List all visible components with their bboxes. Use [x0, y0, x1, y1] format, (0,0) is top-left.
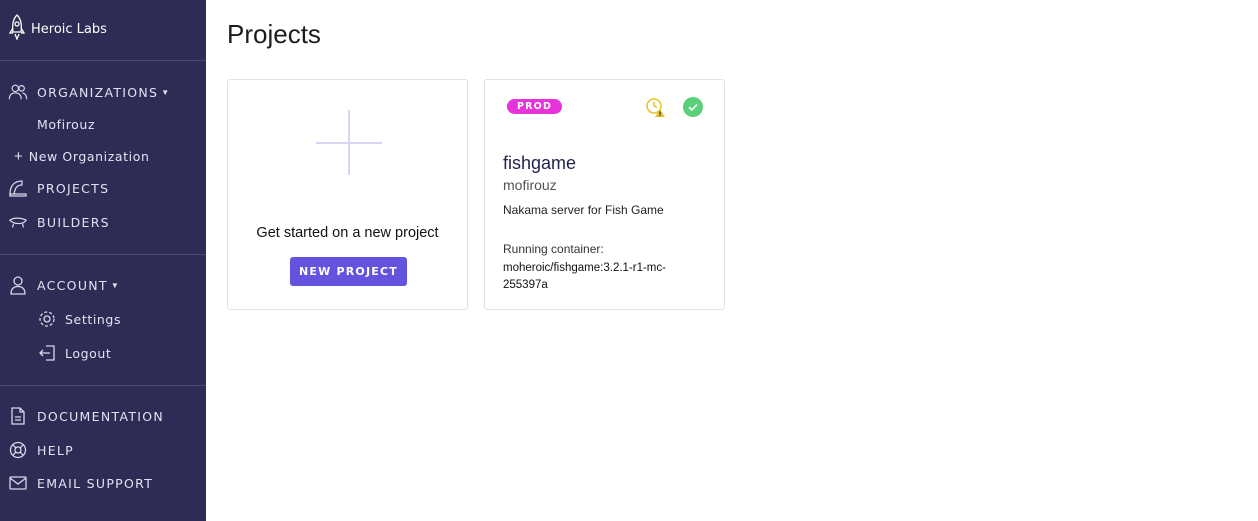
sidebar-item-help-label: HELP: [37, 442, 74, 458]
brand-logo[interactable]: Heroic Labs: [8, 14, 107, 45]
sidebar-item-projects[interactable]: PROJECTS: [8, 178, 109, 198]
mail-icon: [8, 473, 28, 493]
new-project-button[interactable]: NEW PROJECT: [290, 257, 407, 286]
large-plus-icon: [316, 142, 382, 144]
project-owner: mofirouz: [503, 177, 557, 193]
new-organization-link[interactable]: + New Organization: [14, 148, 150, 165]
builders-icon: [8, 212, 28, 232]
logout-label: Logout: [65, 345, 112, 361]
check-circle-icon: [683, 97, 703, 122]
settings-label: Settings: [65, 311, 122, 327]
sidebar-item-org-mofirouz[interactable]: Mofirouz: [37, 117, 95, 132]
caret-down-icon: ▼: [110, 280, 119, 290]
org-name: Mofirouz: [37, 117, 96, 132]
lifebuoy-icon: [8, 440, 28, 460]
sidebar-item-builders[interactable]: BUILDERS: [8, 212, 110, 232]
sidebar-divider: [0, 60, 206, 61]
sidebar-item-email-support[interactable]: EMAIL SUPPORT: [8, 473, 153, 493]
sidebar-item-documentation-label: DOCUMENTATION: [37, 408, 165, 424]
logout-icon: [37, 343, 57, 363]
clock-warning-icon[interactable]: [645, 97, 667, 124]
new-organization-label: New Organization: [28, 149, 150, 164]
sidebar-divider: [0, 254, 206, 255]
sidebar-item-projects-label: PROJECTS: [37, 180, 110, 196]
sidebar: Heroic Labs ORGANIZATIONS ▼ Mofirouz + N…: [0, 0, 206, 521]
sidebar-item-organizations-label: ORGANIZATIONS: [37, 84, 159, 100]
sidebar-item-logout[interactable]: Logout: [37, 343, 111, 363]
project-card[interactable]: PROD fishgame mofirouz Nakama server for…: [484, 79, 725, 310]
sidebar-item-help[interactable]: HELP: [8, 440, 74, 460]
sidebar-item-organizations[interactable]: ORGANIZATIONS ▼: [8, 82, 169, 102]
sidebar-item-account-label: ACCOUNT: [37, 277, 108, 293]
page-title: Projects: [227, 19, 321, 49]
gear-icon: [37, 309, 57, 329]
document-icon: [8, 406, 28, 426]
running-container-value: moheroic/fishgame:3.2.1-r1-mc-255397a: [503, 262, 666, 291]
projects-icon: [8, 178, 28, 198]
environment-badge: PROD: [507, 99, 563, 114]
running-container-label: Running container:: [503, 242, 604, 256]
project-description: Nakama server for Fish Game: [503, 203, 664, 217]
sidebar-item-email-support-label: EMAIL SUPPORT: [37, 475, 154, 491]
sidebar-item-settings[interactable]: Settings: [37, 309, 121, 329]
plus-icon: +: [14, 148, 23, 165]
sidebar-item-documentation[interactable]: DOCUMENTATION: [8, 406, 164, 426]
sidebar-item-account[interactable]: ACCOUNT ▼: [8, 275, 119, 295]
rocket-icon: [8, 14, 26, 45]
project-name[interactable]: fishgame: [503, 153, 576, 174]
brand-name: Heroic Labs: [31, 22, 107, 37]
users-icon: [8, 82, 28, 102]
main-content: Projects Get started on a new project NE…: [206, 0, 1258, 521]
caret-down-icon: ▼: [161, 87, 170, 97]
user-icon: [8, 275, 28, 295]
sidebar-divider: [0, 385, 206, 386]
sidebar-item-builders-label: BUILDERS: [37, 214, 110, 230]
new-project-prompt: Get started on a new project: [256, 225, 439, 241]
new-project-card[interactable]: Get started on a new project NEW PROJECT: [227, 79, 468, 310]
